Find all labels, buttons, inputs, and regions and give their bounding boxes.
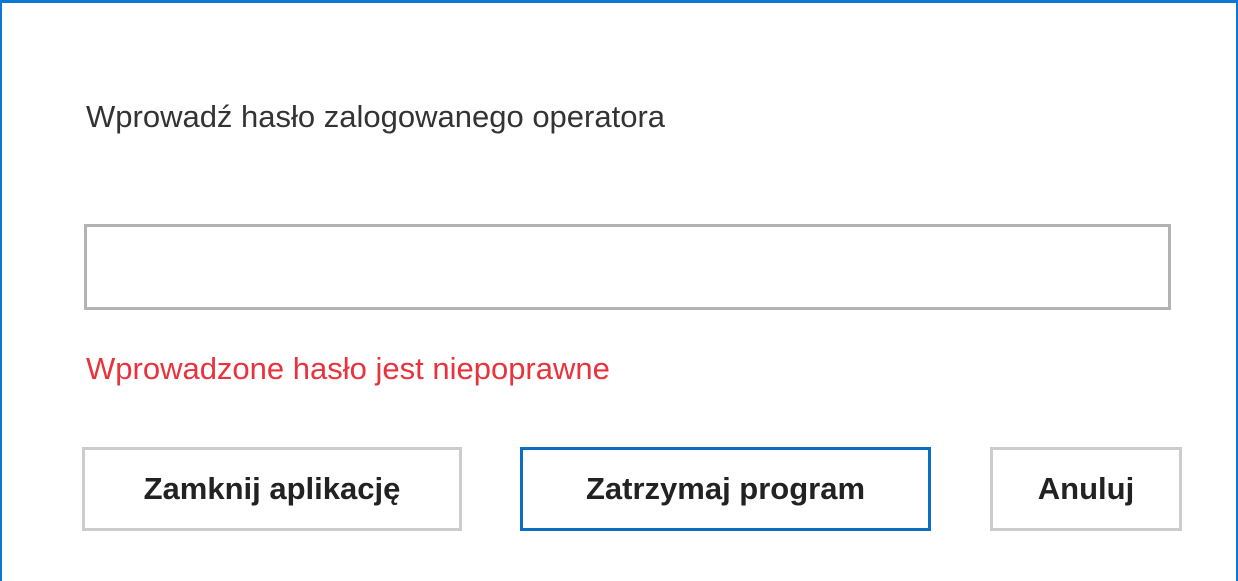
password-input[interactable] [84,224,1171,310]
close-application-button[interactable]: Zamknij aplikację [82,447,462,531]
stop-program-button[interactable]: Zatrzymaj program [520,447,931,531]
cancel-button[interactable]: Anuluj [990,447,1182,531]
error-message: Wprowadzone hasło jest niepoprawne [86,351,610,386]
password-dialog: Wprowadź hasło zalogowanego operatora Wp… [0,0,1238,581]
password-prompt-label: Wprowadź hasło zalogowanego operatora [86,99,666,134]
